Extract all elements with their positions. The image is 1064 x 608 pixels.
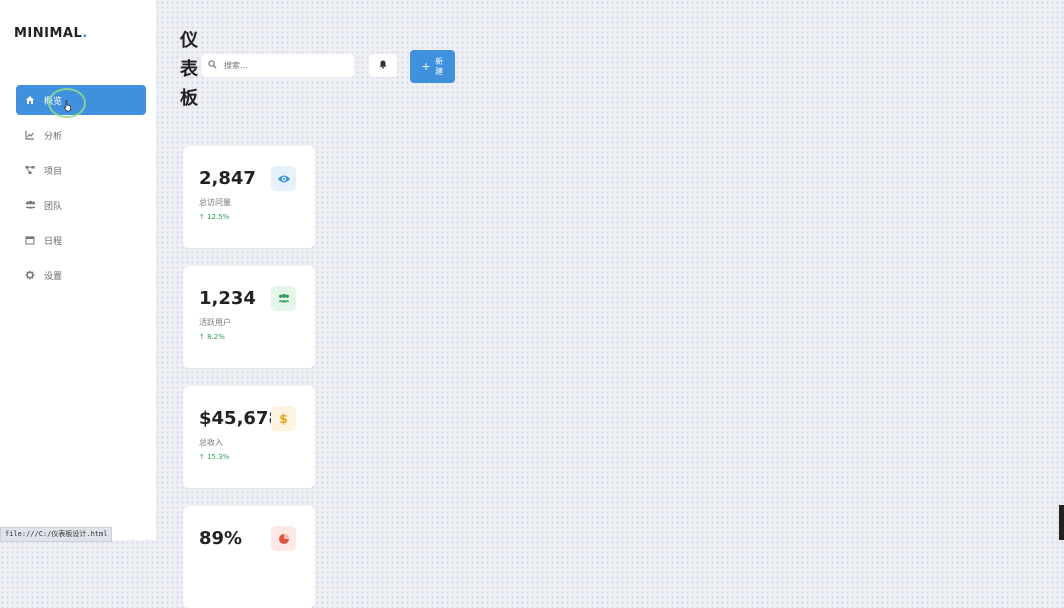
stat-card-visits: 2,847 总访问量 ↑ 12.5% bbox=[183, 146, 315, 248]
new-button[interactable]: + 新建 bbox=[410, 50, 455, 83]
stat-trend-value: 8.2% bbox=[207, 333, 225, 341]
stat-card-rate: 89% bbox=[183, 506, 315, 608]
stat-trend-value: 15.3% bbox=[207, 453, 230, 461]
stat-value: 1,234 bbox=[199, 288, 256, 309]
search-icon bbox=[208, 59, 222, 72]
sidebar-item-schedule[interactable]: 日程 bbox=[16, 225, 146, 255]
scrollbar-thumb[interactable] bbox=[1059, 505, 1064, 540]
users-icon bbox=[271, 286, 296, 311]
sidebar-item-settings[interactable]: 设置 bbox=[16, 260, 146, 290]
stat-value: $45,678 bbox=[199, 408, 281, 429]
sidebar-item-label: 设置 bbox=[44, 271, 63, 282]
logo-dot: . bbox=[82, 26, 88, 41]
calendar-icon bbox=[24, 234, 36, 246]
stat-label: 总访问量 bbox=[199, 198, 231, 207]
search-input[interactable] bbox=[222, 60, 346, 71]
bell-icon bbox=[379, 60, 387, 72]
stat-trend: ↑ 8.2% bbox=[199, 333, 225, 341]
stat-label: 活跃用户 bbox=[199, 318, 231, 327]
stat-value: 89% bbox=[199, 528, 243, 549]
sidebar-item-label: 项目 bbox=[44, 166, 63, 177]
gear-icon bbox=[24, 269, 36, 281]
new-button-label: 新建 bbox=[435, 56, 444, 76]
logo-text: MINIMAL bbox=[14, 26, 83, 41]
sidebar-item-label: 日程 bbox=[44, 236, 63, 247]
stat-label: 总收入 bbox=[199, 438, 223, 447]
users-icon bbox=[24, 199, 36, 211]
stat-card-revenue: $45,678 总收入 ↑ 15.3% $ bbox=[183, 386, 315, 488]
sidebar-item-projects[interactable]: 项目 bbox=[16, 155, 146, 185]
home-icon bbox=[24, 94, 36, 106]
sidebar-item-label: 概览 bbox=[44, 96, 63, 107]
notification-button[interactable] bbox=[369, 54, 397, 77]
chart-line-icon bbox=[24, 129, 36, 141]
sidebar-item-overview[interactable]: 概览 bbox=[16, 85, 146, 115]
sidebar-nav: 概览 分析 项目 团队 日程 设置 bbox=[16, 85, 146, 295]
sidebar: MINIMAL. 概览 分析 项目 团队 日程 设置 bbox=[0, 0, 157, 540]
sidebar-item-label: 分析 bbox=[44, 131, 63, 142]
eye-icon bbox=[271, 166, 296, 191]
logo[interactable]: MINIMAL. bbox=[14, 26, 88, 41]
stat-trend: ↑ 12.5% bbox=[199, 213, 230, 221]
dollar-icon: $ bbox=[271, 406, 296, 431]
pie-chart-icon bbox=[271, 526, 296, 551]
sidebar-item-analytics[interactable]: 分析 bbox=[16, 120, 146, 150]
stat-value: 2,847 bbox=[199, 168, 256, 189]
sidebar-item-label: 团队 bbox=[44, 201, 63, 212]
search-box[interactable] bbox=[202, 54, 354, 77]
page-title: 仪表板 bbox=[180, 30, 198, 109]
project-diagram-icon bbox=[24, 164, 36, 176]
stat-card-active-users: 1,234 活跃用户 ↑ 8.2% bbox=[183, 266, 315, 368]
stat-trend-value: 12.5% bbox=[207, 213, 230, 221]
stat-trend: ↑ 15.3% bbox=[199, 453, 230, 461]
sidebar-item-team[interactable]: 团队 bbox=[16, 190, 146, 220]
plus-icon: + bbox=[421, 60, 431, 73]
